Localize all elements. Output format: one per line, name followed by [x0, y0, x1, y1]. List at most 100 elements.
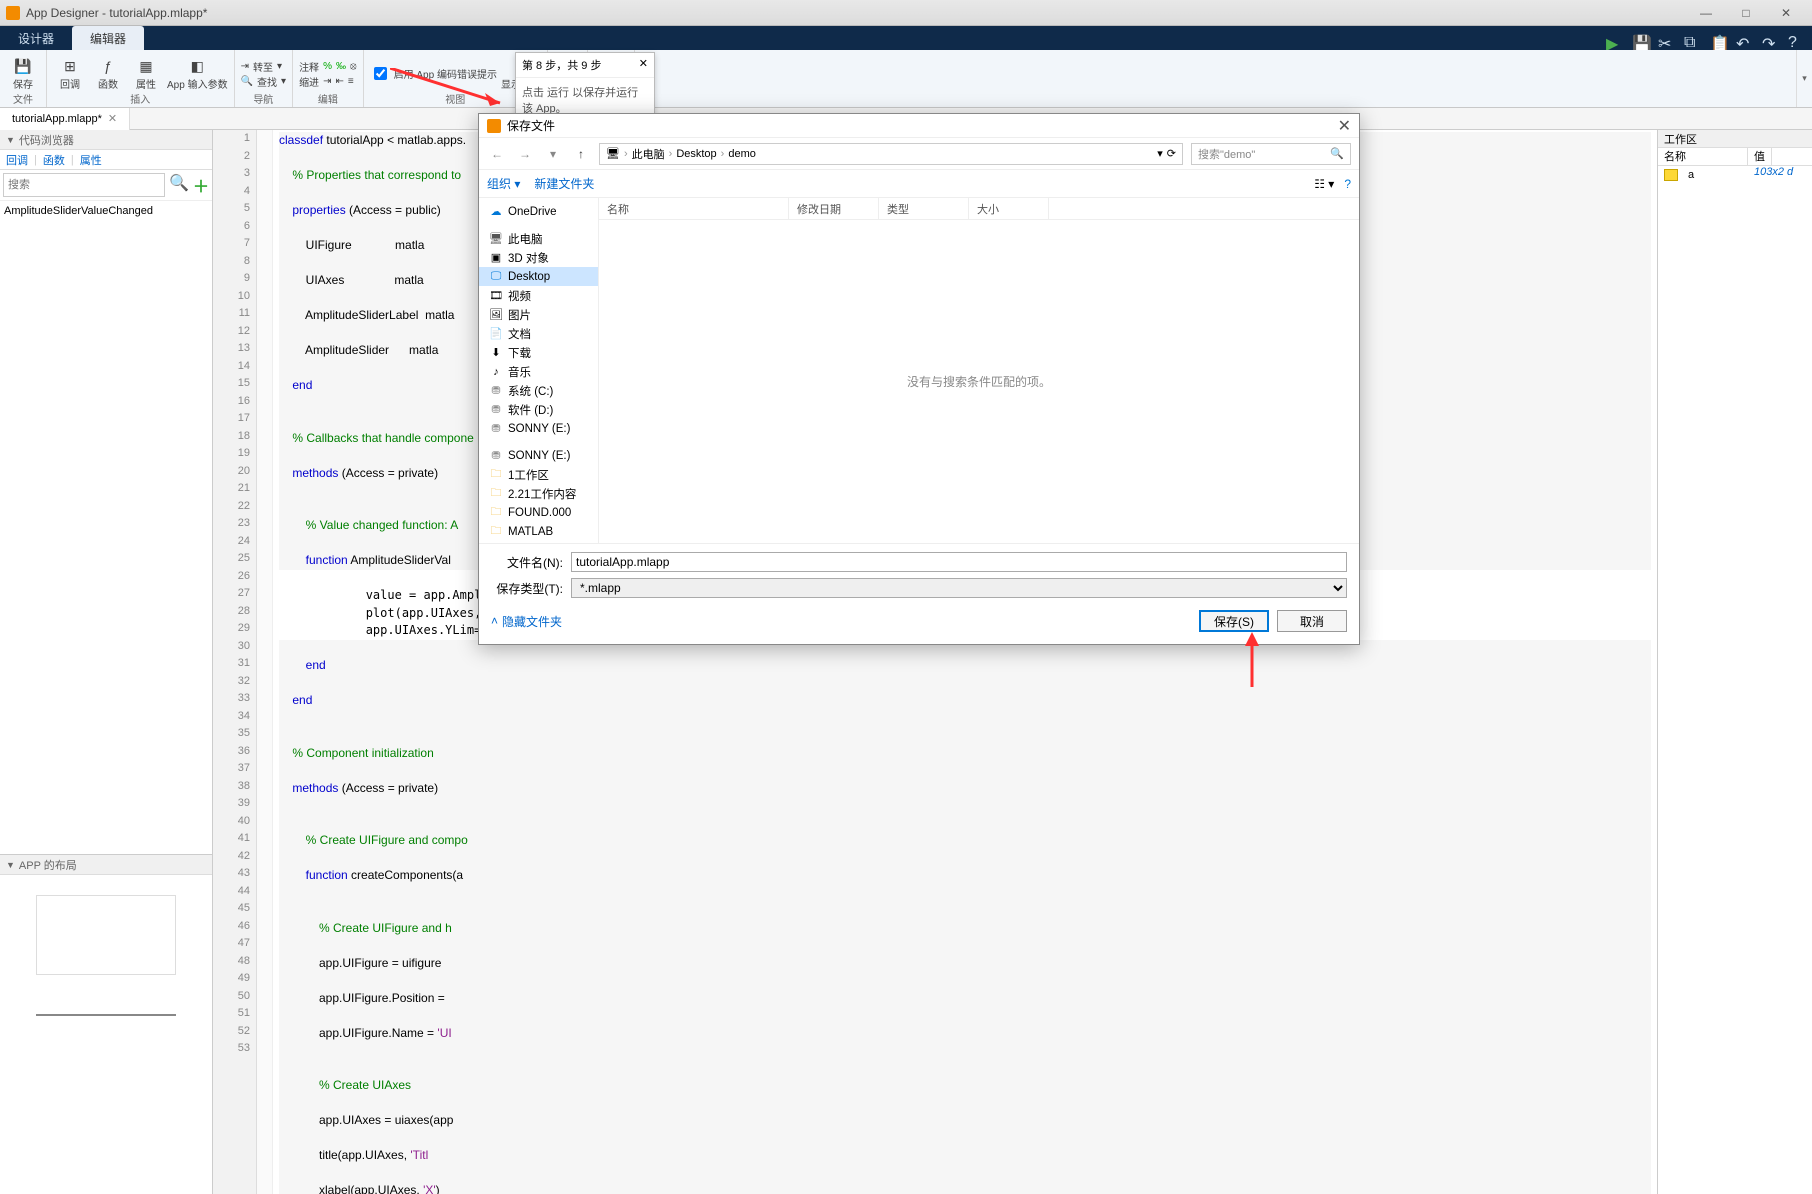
- paste-icon[interactable]: 📋: [1710, 34, 1726, 50]
- callback-item[interactable]: AmplitudeSliderValueChanged: [4, 205, 208, 217]
- enable-hints-label: 启用 App 编码错误提示: [394, 66, 497, 81]
- property-label: 属性: [136, 76, 156, 91]
- breadcrumb-segment[interactable]: demo: [728, 148, 756, 160]
- chevron-down-icon[interactable]: ▾: [1157, 147, 1163, 160]
- tree-documents[interactable]: 📄文档: [479, 324, 598, 343]
- property-button[interactable]: ▦属性: [129, 56, 163, 91]
- document-tab[interactable]: tutorialApp.mlapp* ✕: [0, 108, 130, 130]
- callback-button[interactable]: ⊞回调: [53, 56, 87, 91]
- tree-folder[interactable]: 🗀MATLAB: [479, 522, 598, 541]
- organize-button[interactable]: 组织 ▾: [487, 175, 520, 192]
- tree-drive-e[interactable]: ⛃SONNY (E:): [479, 419, 598, 438]
- filename-input[interactable]: [571, 552, 1347, 572]
- tree-videos[interactable]: 🎞视频: [479, 286, 598, 305]
- dialog-search-input[interactable]: 搜索"demo"🔍: [1191, 143, 1351, 165]
- folder-tree[interactable]: ☁OneDrive 🖥此电脑 ▣3D 对象 🖵Desktop 🎞视频 🖼图片 📄…: [479, 198, 599, 543]
- nav-up-button[interactable]: ↑: [571, 147, 591, 161]
- tree-label: SONNY (E:): [508, 450, 570, 462]
- tree-onedrive[interactable]: ☁OneDrive: [479, 202, 598, 221]
- tree-pictures[interactable]: 🖼图片: [479, 305, 598, 324]
- chevron-down-icon[interactable]: ▾: [543, 147, 563, 161]
- save-confirm-button[interactable]: 保存(S): [1199, 610, 1269, 632]
- tree-music[interactable]: ♪音乐: [479, 362, 598, 381]
- save-button[interactable]: 💾保存: [6, 56, 40, 91]
- help-icon[interactable]: ?: [1788, 34, 1804, 50]
- save-icon[interactable]: 💾: [1632, 34, 1648, 50]
- nav-back-button[interactable]: ←: [487, 147, 507, 161]
- goto-button[interactable]: ⇥转至▾: [241, 59, 286, 73]
- app-inputs-button[interactable]: ◧App 输入参数: [167, 56, 228, 91]
- find-button[interactable]: 🔍查找▾: [241, 74, 286, 88]
- filetype-select[interactable]: *.mlapp: [571, 578, 1347, 598]
- close-button[interactable]: ✕: [1766, 3, 1806, 23]
- cb-tab-properties[interactable]: 属性: [74, 152, 108, 168]
- layout-preview[interactable]: [0, 875, 212, 1045]
- file-list: 名称 修改日期 类型 大小 没有与搜索条件匹配的项。: [599, 198, 1359, 543]
- undo-icon[interactable]: ↶: [1736, 34, 1752, 50]
- tree-3d-objects[interactable]: ▣3D 对象: [479, 248, 598, 267]
- new-folder-button[interactable]: 新建文件夹: [534, 175, 594, 192]
- app-inputs-label: App 输入参数: [167, 76, 228, 91]
- tree-label: SONNY (E:): [508, 423, 570, 435]
- cancel-button[interactable]: 取消: [1277, 610, 1347, 632]
- folder-icon: 🗀: [489, 468, 503, 482]
- comment-button[interactable]: 注释 % ‰ ⦻: [299, 59, 357, 73]
- nav-forward-button[interactable]: →: [515, 147, 535, 161]
- search-placeholder: 搜索"demo": [1198, 146, 1255, 162]
- search-magnify-icon[interactable]: 🔍: [169, 173, 189, 197]
- document-tab-label: tutorialApp.mlapp*: [12, 113, 102, 125]
- tree-label: 系统 (C:): [508, 383, 553, 399]
- tab-editor[interactable]: 编辑器: [72, 26, 144, 50]
- redo-icon[interactable]: ↷: [1762, 34, 1778, 50]
- help-button[interactable]: ?: [1344, 177, 1351, 191]
- cut-icon[interactable]: ✂: [1658, 34, 1674, 50]
- mini-axes-preview: [36, 895, 176, 975]
- hide-folders-button[interactable]: ˄隐藏文件夹: [491, 613, 562, 630]
- tree-drive-e2[interactable]: ⛃SONNY (E:): [479, 446, 598, 465]
- tree-label: 此电脑: [508, 231, 543, 247]
- maximize-button[interactable]: □: [1726, 3, 1766, 23]
- tree-folder[interactable]: 🗀1工作区: [479, 465, 598, 484]
- tree-folder[interactable]: 🗀FOUND.000: [479, 503, 598, 522]
- chevron-down-icon: ▼: [6, 860, 15, 870]
- col-name[interactable]: 名称: [599, 198, 789, 219]
- tab-designer[interactable]: 设计器: [0, 26, 72, 50]
- tree-label: OneDrive: [508, 206, 557, 218]
- breadcrumb-segment[interactable]: Desktop: [676, 148, 716, 160]
- code-browser-header[interactable]: ▼代码浏览器: [0, 130, 212, 150]
- enable-hints-check[interactable]: [374, 67, 387, 80]
- workspace-variable-row[interactable]: a 103x2 d: [1658, 166, 1812, 184]
- workspace-header[interactable]: 工作区: [1658, 130, 1812, 148]
- ribbon-overflow-button[interactable]: ▾: [1796, 50, 1812, 107]
- col-type[interactable]: 类型: [879, 198, 969, 219]
- add-button[interactable]: ＋: [193, 173, 209, 197]
- copy-icon[interactable]: ⧉: [1684, 34, 1700, 50]
- col-size[interactable]: 大小: [969, 198, 1049, 219]
- view-mode-button[interactable]: ☷ ▾: [1314, 177, 1334, 191]
- desktop-icon: 🖵: [489, 270, 503, 284]
- code-browser-search-input[interactable]: [3, 173, 165, 197]
- tree-drive-c[interactable]: ⛃系统 (C:): [479, 381, 598, 400]
- dialog-close-button[interactable]: ✕: [1338, 116, 1351, 136]
- tree-downloads[interactable]: ⬇下载: [479, 343, 598, 362]
- col-date[interactable]: 修改日期: [789, 198, 879, 219]
- callout-close-icon[interactable]: ✕: [639, 57, 648, 73]
- run-icon[interactable]: ▶: [1606, 34, 1622, 50]
- workspace-col-name[interactable]: 名称: [1658, 148, 1748, 165]
- tab-close-icon[interactable]: ✕: [108, 112, 117, 125]
- layout-panel-header[interactable]: ▼APP 的布局: [0, 855, 212, 875]
- tree-this-pc[interactable]: 🖥此电脑: [479, 229, 598, 248]
- breadcrumb[interactable]: 🖥 ›此电脑 ›Desktop ›demo ▾⟳: [599, 143, 1183, 165]
- enable-hints-checkbox[interactable]: 启用 App 编码错误提示: [370, 67, 497, 81]
- workspace-col-value[interactable]: 值: [1748, 148, 1772, 165]
- minimize-button[interactable]: —: [1686, 3, 1726, 23]
- indent-button[interactable]: 缩进 ⇥ ⇤ ≡: [299, 74, 357, 88]
- cb-tab-callbacks[interactable]: 回调: [0, 152, 34, 168]
- breadcrumb-segment[interactable]: 此电脑: [632, 146, 665, 162]
- function-button[interactable]: ƒ函数: [91, 56, 125, 91]
- refresh-icon[interactable]: ⟳: [1167, 147, 1176, 160]
- tree-folder[interactable]: 🗀2.21工作内容: [479, 484, 598, 503]
- cb-tab-functions[interactable]: 函数: [37, 152, 71, 168]
- tree-desktop[interactable]: 🖵Desktop: [479, 267, 598, 286]
- tree-drive-d[interactable]: ⛃软件 (D:): [479, 400, 598, 419]
